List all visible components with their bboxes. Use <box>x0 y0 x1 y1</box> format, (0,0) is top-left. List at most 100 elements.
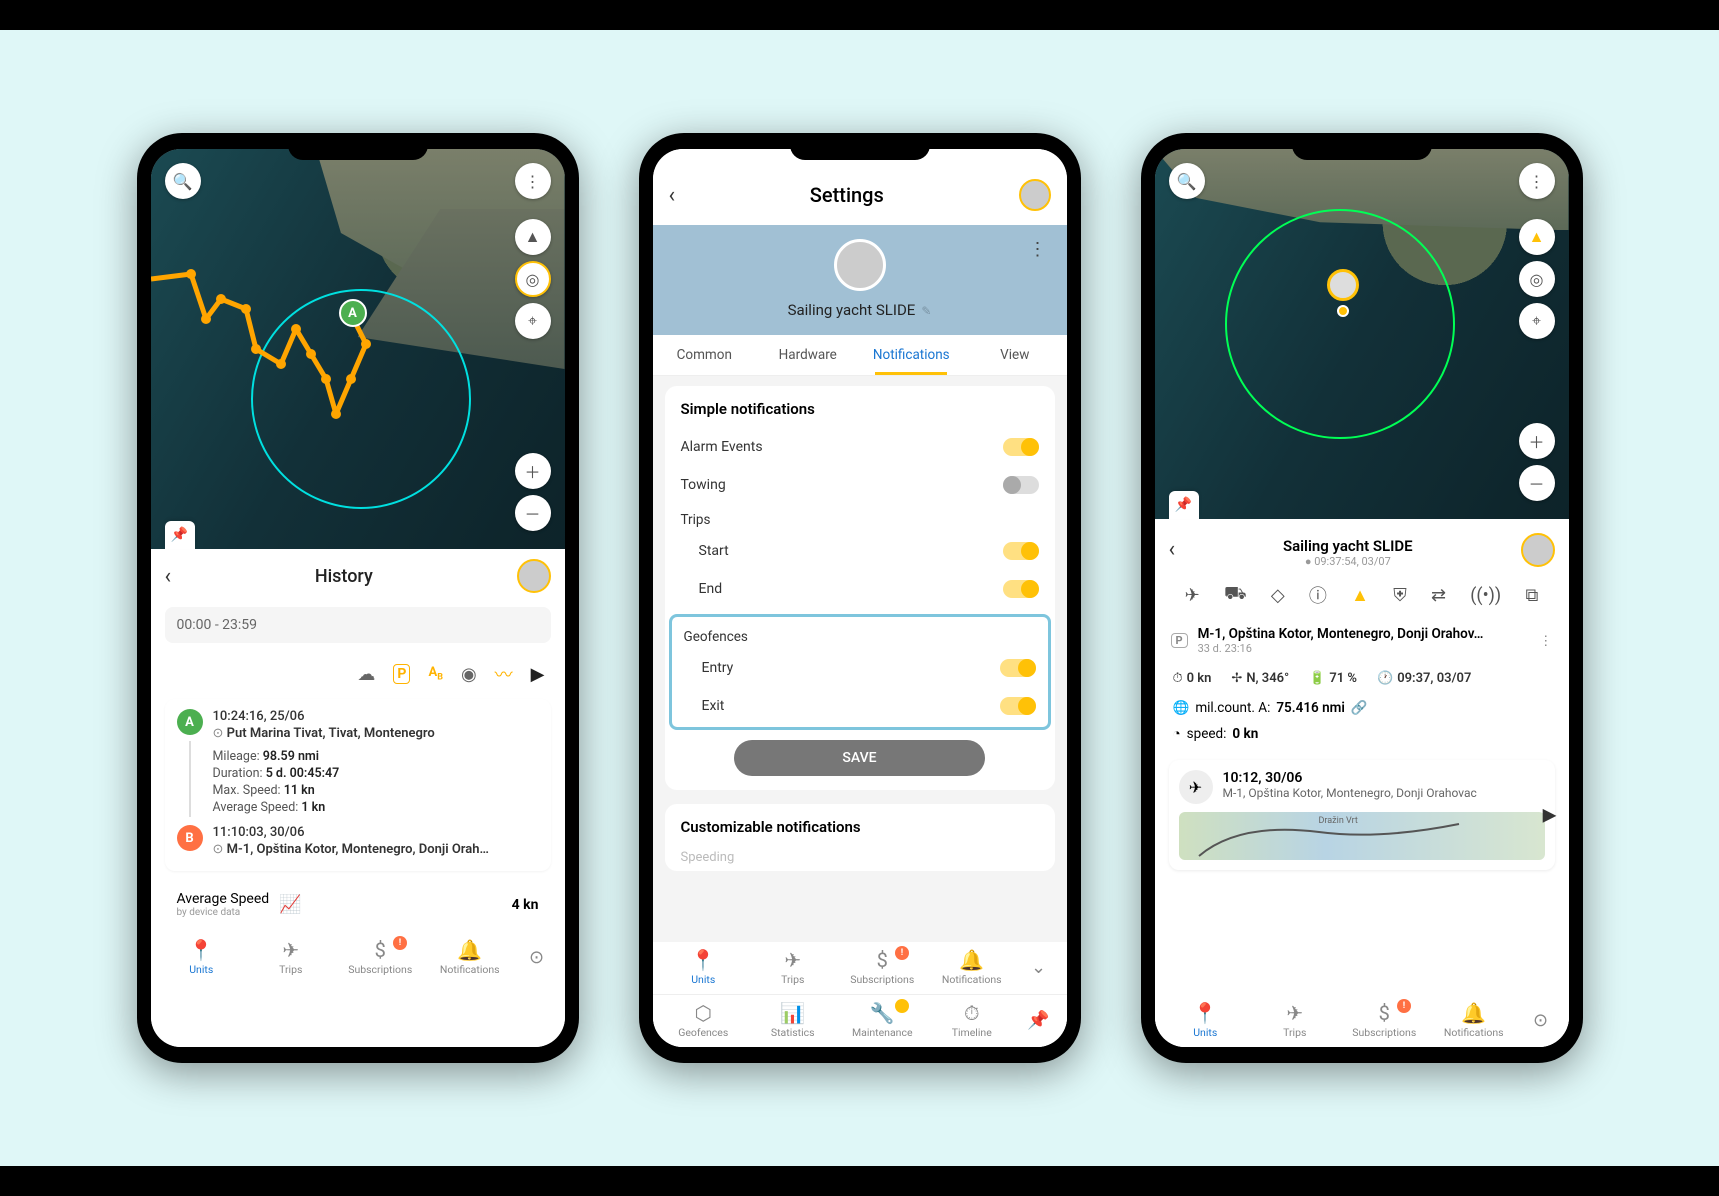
nav-units[interactable]: 📍Units <box>157 938 247 976</box>
playback-icon[interactable]: ◉ <box>461 664 477 685</box>
avatar[interactable] <box>1019 179 1051 211</box>
share-icon[interactable]: ⇄ <box>1431 585 1446 606</box>
compass-icon[interactable]: ▲ <box>1519 219 1555 255</box>
tab-view[interactable]: View <box>963 335 1067 375</box>
unit-icon-row: ✈ ⛟ ◇ ⓘ ▲ ⛨ ⇄ ((•)) ⧉ <box>1155 572 1569 618</box>
back-icon[interactable]: ‹ <box>1169 537 1176 562</box>
info-icon[interactable]: ⓘ <box>1309 582 1327 608</box>
nav-trips[interactable]: ✈Trips <box>1250 1001 1340 1039</box>
zoom-in-icon[interactable]: ＋ <box>1519 423 1555 459</box>
towing-toggle[interactable] <box>1003 476 1039 494</box>
avatar[interactable] <box>517 559 551 593</box>
unit-avatar[interactable] <box>834 239 886 291</box>
parking-toggle[interactable]: P <box>393 664 410 684</box>
avatar[interactable] <box>1521 533 1555 567</box>
tab-common[interactable]: Common <box>653 335 757 375</box>
nav-subscriptions[interactable]: $!Subscriptions <box>1340 1001 1430 1039</box>
nav-units[interactable]: 📍Units <box>1161 1001 1251 1039</box>
save-button[interactable]: SAVE <box>734 740 985 776</box>
nav-units[interactable]: 📍Units <box>659 948 749 986</box>
marker-a[interactable]: A <box>339 299 367 327</box>
map[interactable]: 🔍 ⋮ ▲ ◎ ⌖ ＋ － <box>1155 149 1569 519</box>
drone-icon[interactable]: ✈ <box>1185 585 1200 606</box>
nav-trips[interactable]: ✈Trips <box>748 948 838 986</box>
nav-pin-icon[interactable]: 📌 <box>1017 1010 1061 1031</box>
nav-timeline[interactable]: ⏱Timeline <box>927 1001 1017 1039</box>
nav-subscriptions[interactable]: $!Subscriptions <box>336 938 426 976</box>
compass-icon[interactable]: ▲ <box>515 219 551 255</box>
event-timestamp: 10:12, 30/06 <box>1223 770 1477 786</box>
nav-notifications[interactable]: 🔔Notifications <box>425 938 515 976</box>
avg-speed-footer: Average Speedby device data 📈 4 kn <box>165 881 551 928</box>
phone-history: A 🔍 ⋮ ▲ ◎ ⌖ ＋ － 📌 ‹ History 00:00 - 23:5… <box>137 133 579 1063</box>
map[interactable]: A 🔍 ⋮ ▲ ◎ ⌖ ＋ － <box>151 149 565 549</box>
zoom-in-icon[interactable]: ＋ <box>515 453 551 489</box>
point-a-location: Put Marina Tivat, Tivat, Montenegro <box>213 726 539 741</box>
pin-tab[interactable]: 📌 <box>1169 491 1199 519</box>
garage-icon[interactable]: ⛟ <box>1224 583 1247 607</box>
back-icon[interactable]: ‹ <box>669 183 676 208</box>
simple-notifications-card: Simple notifications Alarm Events Towing… <box>665 386 1055 790</box>
chart-icon[interactable]: 〰 <box>495 661 513 687</box>
nav-collapse-icon[interactable]: ⊙ <box>515 947 559 968</box>
phone-settings: ‹ Settings ⋮ Sailing yacht SLIDE ✎ Common… <box>639 133 1081 1063</box>
menu-icon[interactable]: ⋮ <box>1519 163 1555 199</box>
link-icon[interactable]: 🔗 <box>1351 700 1368 716</box>
center-icon[interactable]: ◎ <box>1519 261 1555 297</box>
nav-subscriptions[interactable]: $!Subscriptions <box>838 948 928 986</box>
trip-start-toggle[interactable] <box>1003 542 1039 560</box>
time-range[interactable]: 00:00 - 23:59 <box>165 607 551 643</box>
play-icon[interactable]: ▶ <box>531 664 545 685</box>
center-icon[interactable]: ◎ <box>515 261 551 297</box>
zoom-out-icon[interactable]: － <box>515 495 551 531</box>
locate-icon[interactable]: ⌖ <box>1519 303 1555 339</box>
nav-collapse-icon[interactable]: ⊙ <box>1519 1010 1563 1031</box>
kebab-icon[interactable]: ⋮ <box>1539 633 1553 649</box>
event-location: M-1, Opština Kotor, Montenegro, Donji Or… <box>1223 786 1477 800</box>
geofence-section: Geofences <box>684 621 1036 649</box>
geof-exit-toggle[interactable] <box>1000 697 1036 715</box>
tab-hardware[interactable]: Hardware <box>756 335 860 375</box>
signal-icon[interactable]: ((•)) <box>1470 585 1501 606</box>
nav-notifications[interactable]: 🔔Notifications <box>1429 1001 1519 1039</box>
alarm-toggle[interactable] <box>1003 438 1039 456</box>
edit-icon[interactable]: ✎ <box>921 304 931 318</box>
settings-title: Settings <box>675 183 1018 207</box>
graph-icon[interactable]: 📈 <box>279 894 301 915</box>
mileage-row: 🌐 mil.count. A: 75.416 nmi 🔗 <box>1155 694 1569 722</box>
ab-toggle[interactable]: AB <box>428 665 442 683</box>
nav-notifications[interactable]: 🔔Notifications <box>927 948 1017 986</box>
point-b-badge: B <box>177 825 203 851</box>
unit-name: Sailing yacht SLIDE <box>788 301 916 319</box>
search-icon[interactable]: 🔍 <box>165 163 201 199</box>
unit-marker[interactable] <box>1327 269 1359 301</box>
event-card[interactable]: ✈ 10:12, 30/06 M-1, Opština Kotor, Monte… <box>1169 760 1555 870</box>
geofence-icon[interactable]: ◇ <box>1271 585 1285 606</box>
locate-icon[interactable]: ⌖ <box>515 303 551 339</box>
back-icon[interactable]: ‹ <box>165 564 172 589</box>
nav-arrow-icon[interactable]: ▲ <box>1351 585 1369 606</box>
duration-value: 5 d. 00:45:47 <box>266 766 340 781</box>
point-b-location: M-1, Opština Kotor, Montenegro, Donji Or… <box>213 842 539 857</box>
trips-section: Trips <box>681 504 1039 532</box>
nav-maintenance[interactable]: 🔧Maintenance <box>838 1001 928 1039</box>
point-a-badge: A <box>177 709 203 735</box>
tab-notifications[interactable]: Notifications <box>860 335 964 375</box>
pin-tab[interactable]: 📌 <box>165 521 195 549</box>
zoom-out-icon[interactable]: － <box>1519 465 1555 501</box>
nav-trips[interactable]: ✈Trips <box>246 938 336 976</box>
avg-label: Average Speed <box>177 891 270 907</box>
geof-entry-toggle[interactable] <box>1000 659 1036 677</box>
cloud-download-icon[interactable]: ☁ <box>357 664 375 685</box>
nav-geofences[interactable]: ⬡Geofences <box>659 1001 749 1039</box>
kebab-icon[interactable]: ⋮ <box>1029 239 1047 260</box>
shield-icon[interactable]: ⛨ <box>1393 585 1407 606</box>
nav-collapse-icon[interactable]: ⌄ <box>1017 957 1061 978</box>
search-icon[interactable]: 🔍 <box>1169 163 1205 199</box>
play-icon[interactable]: ▶ <box>1543 805 1557 826</box>
trip-end-toggle[interactable] <box>1003 580 1039 598</box>
nav-statistics[interactable]: 📊Statistics <box>748 1001 838 1039</box>
event-minimap: Dražin Vrt <box>1179 812 1545 860</box>
menu-icon[interactable]: ⋮ <box>515 163 551 199</box>
device-icon[interactable]: ⧉ <box>1525 585 1538 606</box>
